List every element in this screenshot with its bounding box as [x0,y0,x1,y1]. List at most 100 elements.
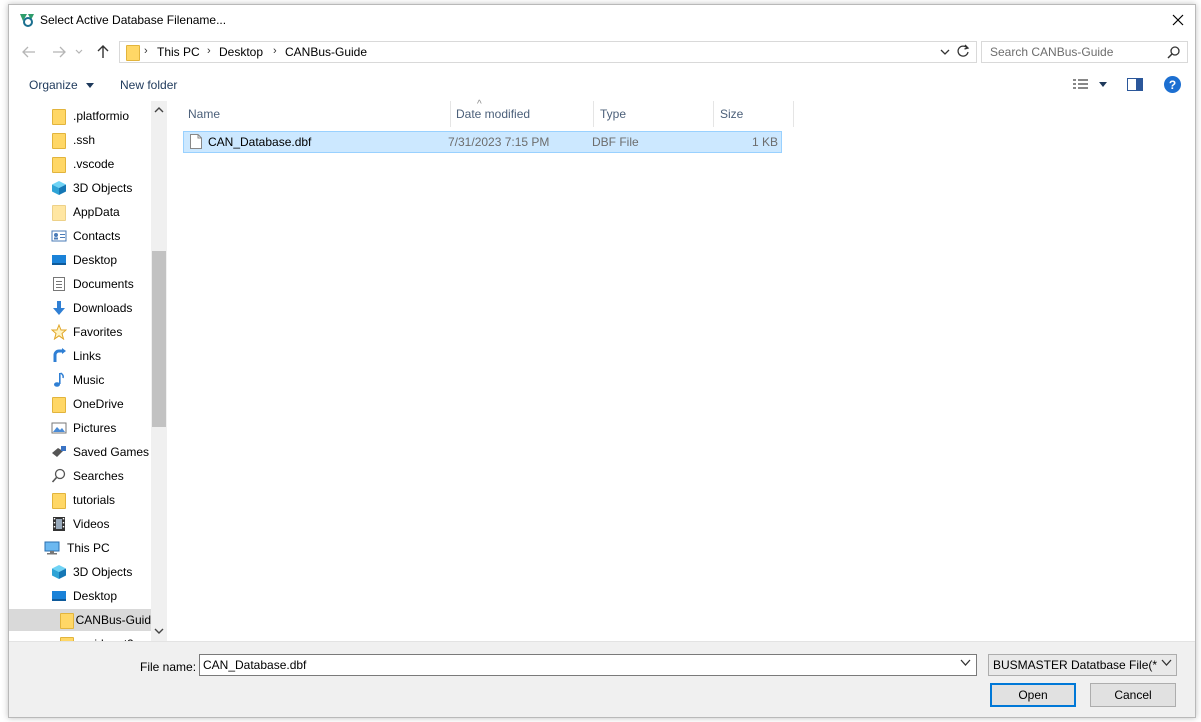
help-icon: ? [1168,77,1177,92]
nav-item-label: This PC [67,541,110,555]
open-button[interactable]: Open [990,683,1076,707]
file-type-filter[interactable]: BUSMASTER Datatbase File(*.dbf) [988,654,1177,676]
nav-item-label: 3D Objects [73,565,133,579]
navigation-pane: .platformio .ssh .vscode 3D Objects AppD… [9,101,167,641]
nav-item-desktop[interactable]: Desktop [51,249,117,271]
organize-button[interactable]: Organize [29,78,95,92]
organize-label: Organize [29,78,78,92]
nav-item-searches[interactable]: Searches [51,465,124,487]
refresh-icon [957,44,970,57]
table-row[interactable]: CAN_Database.dbf 7/31/2023 7:15 PM DBF F… [183,131,782,153]
address-dropdown-button[interactable] [940,45,950,59]
navigation-scrollbar-thumb[interactable] [152,251,166,427]
breadcrumb-desktop[interactable]: Desktop [219,45,263,59]
file-type: DBF File [592,135,639,149]
arrow-up-icon [97,45,109,58]
desktop-icon [52,255,66,265]
refresh-button[interactable] [956,44,970,61]
nav-item-favorites[interactable]: Favorites [51,321,122,343]
nav-item-appdata[interactable]: AppData [51,201,120,223]
column-header-name[interactable]: Name [179,101,451,127]
nav-item-3d-objects-pc[interactable]: 3D Objects [51,561,132,583]
nav-item-ssh[interactable]: .ssh [51,129,95,151]
command-bar: Organize New folder ? [9,71,1195,99]
chevron-up-icon [154,107,164,113]
recent-locations-button[interactable] [73,42,85,62]
file-name-input[interactable]: CAN_Database.dbf [199,654,977,676]
new-folder-button[interactable]: New folder [120,78,177,92]
close-button[interactable] [1161,5,1195,35]
nav-item-label: Downloads [73,301,133,315]
file-name: CAN_Database.dbf [208,135,312,149]
file-date: 7/31/2023 7:15 PM [448,135,550,149]
nav-item-contacts[interactable]: Contacts [51,225,120,247]
computer-icon [44,541,60,555]
nav-item-label: Documents [73,277,134,291]
document-icon [53,277,65,291]
column-label: Name [188,107,221,121]
nav-item-onedrive[interactable]: OneDrive [51,393,124,415]
nav-item-vscode[interactable]: .vscode [51,153,114,175]
nav-item-label: Saved Games [73,445,150,459]
folder-icon [51,156,67,173]
chevron-down-icon[interactable] [960,658,971,667]
address-bar[interactable]: › This PC › Desktop › CANBus-Guide [119,41,977,63]
desktop-icon [52,591,66,601]
nav-item-videos[interactable]: Videos [51,513,109,535]
folder-icon [51,204,67,221]
nav-item-canbus-guide[interactable]: CANBus-Guid [9,609,151,631]
cube-icon [52,565,66,579]
file-dialog: Select Active Database Filename... › Thi… [8,4,1196,718]
nav-item-guide-pt2[interactable]: guide_pt2 [59,633,134,641]
pictures-icon [51,422,67,434]
folder-icon [51,396,67,413]
close-icon [1172,14,1184,26]
nav-item-label: .ssh [73,133,96,147]
preview-pane-button[interactable] [1127,78,1143,94]
breadcrumb-this-pc[interactable]: This PC [157,45,200,59]
help-button[interactable]: ? [1164,76,1181,93]
nav-item-saved-games[interactable]: Saved Games [51,441,149,463]
up-button[interactable] [93,42,113,62]
link-icon [53,348,66,362]
file-list: ^ Name Date modified Type Size CAN_Datab… [179,99,1195,641]
caret-down-icon [86,83,95,88]
nav-item-pictures[interactable]: Pictures [51,417,116,439]
file-name-value: CAN_Database.dbf [203,658,307,672]
scroll-up-button[interactable] [154,105,164,116]
nav-item-label: Videos [73,517,110,531]
search-icon [1167,46,1180,59]
nav-item-tutorials[interactable]: tutorials [51,489,115,511]
address-row: › This PC › Desktop › CANBus-Guide Searc… [9,39,1195,65]
nav-item-music[interactable]: Music [51,369,104,391]
nav-item-3d-objects[interactable]: 3D Objects [51,177,132,199]
cancel-button[interactable]: Cancel [1090,683,1176,707]
busmaster-app-icon [20,14,34,27]
column-header-date[interactable]: Date modified [450,101,594,127]
nav-item-this-pc[interactable]: This PC [43,537,110,559]
nav-item-links[interactable]: Links [51,345,101,367]
nav-item-documents[interactable]: Documents [51,273,134,295]
chevron-right-icon: › [144,45,148,57]
column-header-type[interactable]: Type [594,101,714,127]
file-name-label: File name: [140,660,197,674]
nav-item-downloads[interactable]: Downloads [51,297,132,319]
nav-item-label: Links [73,349,102,363]
star-icon [51,324,67,340]
forward-button[interactable] [49,42,69,62]
scroll-down-button[interactable] [154,627,164,638]
column-label: Type [600,107,627,121]
contacts-icon [51,230,67,242]
chevron-down-icon [1161,659,1172,666]
search-placeholder: Search CANBus-Guide [990,45,1114,59]
search-input[interactable]: Search CANBus-Guide [981,41,1188,63]
column-header-size[interactable]: Size [714,101,794,127]
nav-item-label: Desktop [73,253,118,267]
nav-item-label: Pictures [73,421,117,435]
change-view-button[interactable] [1072,77,1110,94]
nav-item-label: .vscode [73,157,115,171]
nav-item-desktop-pc[interactable]: Desktop [51,585,117,607]
back-button[interactable] [19,42,39,62]
nav-item-platformio[interactable]: .platformio [51,105,129,127]
breadcrumb-canbus-guide[interactable]: CANBus-Guide [285,45,367,59]
